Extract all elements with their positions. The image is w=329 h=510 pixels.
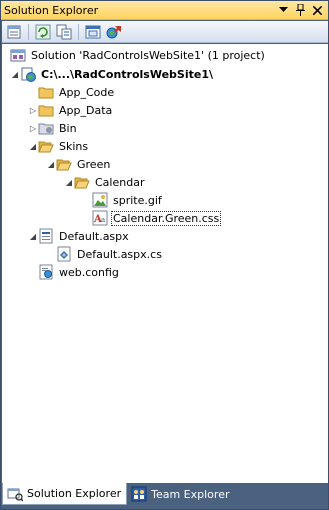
collapse-icon[interactable]: ◢	[28, 137, 38, 155]
tab-team-explorer[interactable]: Team Explorer	[127, 483, 234, 505]
toolbar-separator	[78, 23, 79, 40]
dropdown-icon[interactable]	[276, 3, 291, 18]
calendar-css-label: Calendar.Green.css	[111, 210, 222, 226]
collapse-icon[interactable]: ◢	[46, 155, 56, 173]
aspx-file-icon	[38, 228, 54, 244]
collapse-icon[interactable]: ◢	[10, 65, 20, 83]
close-icon[interactable]	[310, 3, 325, 18]
skins-label: Skins	[59, 139, 89, 153]
tree-node-app-data[interactable]: ▷ App_Data	[28, 101, 114, 119]
website-project-icon	[20, 66, 36, 82]
expand-icon[interactable]: ▷	[28, 101, 38, 119]
default-cs-label: Default.aspx.cs	[77, 247, 162, 261]
solution-explorer-window: Solution Explorer Solution 'RadControlsW…	[0, 0, 329, 510]
tree-node-app-code[interactable]: App_Code	[28, 83, 116, 101]
tree-node-calendar-css[interactable]: A a Calendar.Green.css	[82, 209, 222, 227]
folder-icon	[38, 84, 54, 100]
title-bar[interactable]: Solution Explorer	[1, 1, 328, 20]
toolbar-separator	[28, 23, 29, 40]
tree-node-solution[interactable]: Solution 'RadControlsWebSite1' (1 projec…	[10, 46, 267, 64]
window-title: Solution Explorer	[4, 3, 99, 17]
team-explorer-icon	[131, 486, 147, 502]
calendar-label: Calendar	[95, 175, 145, 189]
copy-website-icon[interactable]	[105, 23, 123, 41]
expand-icon[interactable]: ▷	[28, 119, 38, 137]
collapse-icon[interactable]: ◢	[28, 227, 38, 245]
cs-file-icon	[56, 246, 72, 262]
view-designer-icon[interactable]	[84, 23, 102, 41]
image-file-icon	[92, 192, 108, 208]
pin-icon[interactable]	[293, 3, 308, 18]
default-aspx-label: Default.aspx	[59, 229, 129, 243]
tree-node-project[interactable]: ◢ C:\...\RadControlsWebSite1\	[10, 65, 215, 83]
tree-node-calendar[interactable]: ◢ Calendar	[64, 173, 146, 191]
bin-folder-icon	[38, 120, 54, 136]
tree-node-bin[interactable]: ▷ Bin	[28, 119, 79, 137]
solution-tree: Solution 'RadControlsWebSite1' (1 projec…	[2, 44, 328, 483]
web-config-label: web.config	[59, 265, 119, 279]
project-label: C:\...\RadControlsWebSite1\	[41, 67, 213, 81]
tree-node-skins[interactable]: ◢ Skins	[28, 137, 90, 155]
solution-label: Solution 'RadControlsWebSite1' (1 projec…	[31, 48, 265, 62]
folder-open-icon	[56, 156, 72, 172]
folder-icon	[38, 102, 54, 118]
toolbar	[2, 21, 328, 43]
sprite-label: sprite.gif	[113, 193, 162, 207]
app-data-label: App_Data	[59, 103, 113, 117]
app-code-label: App_Code	[59, 85, 115, 99]
tree-node-web-config[interactable]: web.config	[28, 263, 121, 281]
properties-icon[interactable]	[5, 23, 23, 41]
tree-node-default-cs[interactable]: Default.aspx.cs	[46, 245, 164, 263]
green-label: Green	[77, 157, 111, 171]
tab-solution-explorer[interactable]: Solution Explorer	[2, 483, 128, 505]
config-file-icon	[38, 264, 54, 280]
tab-team-explorer-label: Team Explorer	[151, 487, 230, 501]
tab-solution-explorer-label: Solution Explorer	[27, 487, 122, 500]
svg-text:a: a	[101, 216, 105, 224]
nest-related-files-icon[interactable]	[55, 23, 73, 41]
tree-node-default-aspx[interactable]: ◢ Default.aspx	[28, 227, 131, 245]
refresh-icon[interactable]	[34, 23, 52, 41]
solution-explorer-icon	[7, 488, 23, 502]
tree-node-sprite[interactable]: sprite.gif	[82, 191, 164, 209]
folder-open-icon	[38, 138, 54, 154]
tree-node-green[interactable]: ◢ Green	[46, 155, 112, 173]
folder-open-icon	[74, 174, 90, 190]
css-file-icon: A a	[92, 210, 108, 226]
solution-icon	[10, 47, 26, 63]
bottom-tab-strip: Solution Explorer Team Explorer	[2, 483, 328, 509]
collapse-icon[interactable]: ◢	[64, 173, 74, 191]
bin-label: Bin	[59, 121, 77, 135]
